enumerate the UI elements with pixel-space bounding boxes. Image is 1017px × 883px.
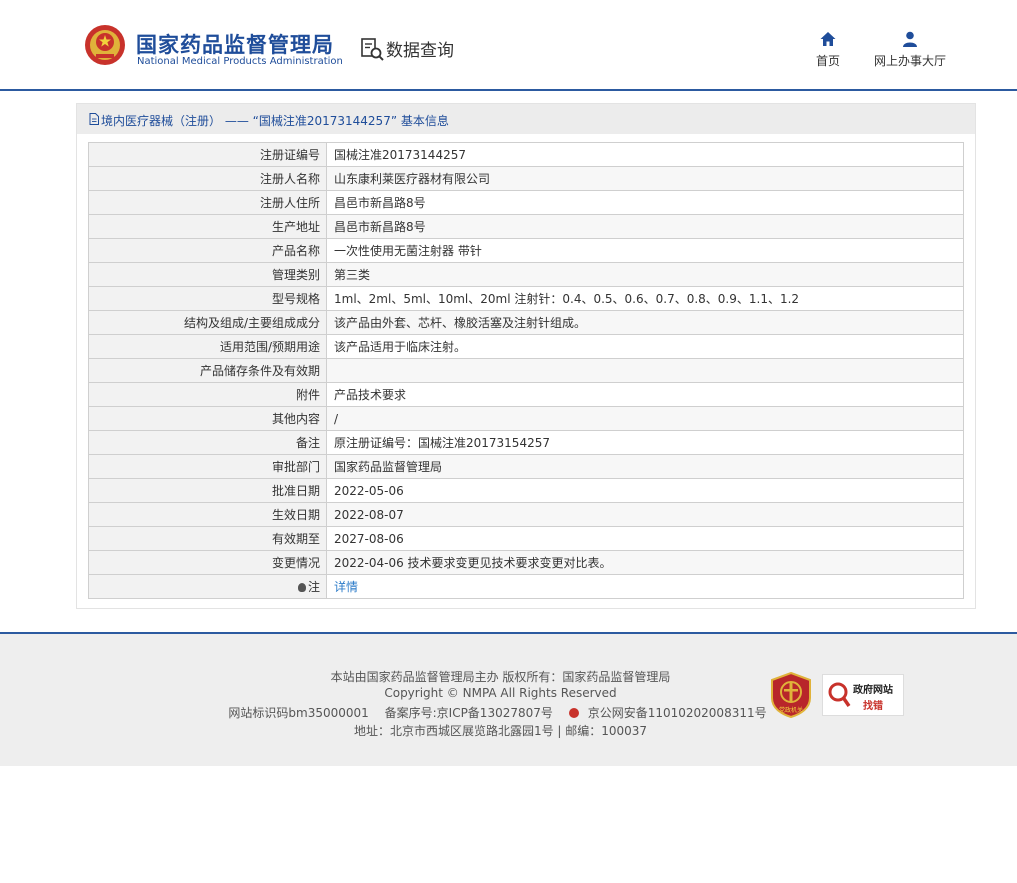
home-icon xyxy=(820,32,836,46)
row-value: 昌邑市新昌路8号 xyxy=(326,214,964,239)
party-government-badge-icon[interactable]: 党政机关 xyxy=(770,672,812,718)
details-link[interactable]: 详情 xyxy=(334,580,358,594)
nav-hall-label: 网上办事大厅 xyxy=(873,54,946,68)
row-label: 审批部门 xyxy=(88,454,327,479)
row-label: 产品储存条件及有效期 xyxy=(88,358,327,383)
table-row: 生效日期 2022-08-07 xyxy=(88,502,964,527)
table-row: 产品名称 一次性使用无菌注射器 带针 xyxy=(88,238,964,263)
nav-home-label: 首页 xyxy=(815,54,840,68)
table-row: 变更情况 2022-04-06 技术要求变更见技术要求变更对比表。 xyxy=(88,550,964,575)
table-row: 注册证编号 国械注准20173144257 xyxy=(88,142,964,167)
row-label: 生效日期 xyxy=(88,502,327,527)
table-row: 管理类别 第三类 xyxy=(88,262,964,287)
row-label: 结构及组成/主要组成成分 xyxy=(88,310,327,335)
row-value: 昌邑市新昌路8号 xyxy=(326,190,964,215)
row-label: 适用范围/预期用途 xyxy=(88,334,327,359)
table-row: 审批部门 国家药品监督管理局 xyxy=(88,454,964,479)
lightbulb-icon xyxy=(297,583,306,592)
row-label: 注册人名称 xyxy=(88,166,327,191)
document-icon xyxy=(89,113,99,125)
row-label: 附件 xyxy=(88,382,327,407)
magnifier-logo-icon xyxy=(828,682,851,707)
footer-police-text: 京公网安备11010202008311号 xyxy=(587,706,767,720)
table-row-note: 注 详情 xyxy=(88,574,964,599)
table-row: 适用范围/预期用途 该产品适用于临床注射。 xyxy=(88,334,964,359)
footer-police-record[interactable]: 京公网安备11010202008311号 xyxy=(568,706,773,720)
footer-site-id: 网站标识码bm35000001 xyxy=(228,706,369,720)
row-label: 产品名称 xyxy=(88,238,327,263)
row-label: 其他内容 xyxy=(88,406,327,431)
nav-online-hall[interactable]: 网上办事大厅 xyxy=(868,30,952,69)
site-footer: 本站由国家药品监督管理局主办 版权所有：国家药品监督管理局 Copyright … xyxy=(0,632,1017,766)
gov-site-report-badge[interactable]: 政府网站 找错 xyxy=(822,674,904,716)
note-value-cell: 详情 xyxy=(326,574,964,599)
row-value xyxy=(326,358,964,383)
row-value: / xyxy=(326,406,964,431)
detail-panel: 境内医疗器械（注册） —— “国械注准20173144257” 基本信息 注册证… xyxy=(76,103,976,609)
row-value: 该产品适用于临床注射。 xyxy=(326,334,964,359)
table-row: 生产地址 昌邑市新昌路8号 xyxy=(88,214,964,239)
org-name-cn[interactable]: 国家药品监督管理局 xyxy=(136,29,334,59)
footer-address: 地址：北京市西城区展览路北露园1号 | 邮编：100037 xyxy=(353,724,648,738)
breadcrumb-text: 境内医疗器械（注册） —— “国械注准20173144257” 基本信息 xyxy=(101,114,449,128)
row-value: 2022-08-07 xyxy=(326,502,964,527)
row-value: 第三类 xyxy=(326,262,964,287)
row-value: 一次性使用无菌注射器 带针 xyxy=(326,238,964,263)
data-query-title: 数据查询 xyxy=(386,41,454,61)
row-label: 管理类别 xyxy=(88,262,327,287)
site-header: 国家药品监督管理局 National Medical Products Admi… xyxy=(0,0,1017,92)
row-value: 1ml、2ml、5ml、10ml、20ml 注射针：0.4、0.5、0.6、0.… xyxy=(326,286,964,311)
table-row: 有效期至 2027-08-06 xyxy=(88,526,964,551)
row-label: 注册人住所 xyxy=(88,190,327,215)
party-badge-text: 党政机关 xyxy=(779,706,803,714)
row-label: 变更情况 xyxy=(88,550,327,575)
row-value: 山东康利莱医疗器材有限公司 xyxy=(326,166,964,191)
table-row: 注册人名称 山东康利莱医疗器材有限公司 xyxy=(88,166,964,191)
data-query-icon xyxy=(361,38,384,61)
nav-home[interactable]: 首页 xyxy=(812,30,844,69)
header-divider xyxy=(0,89,1017,91)
row-label: 型号规格 xyxy=(88,286,327,311)
national-emblem-icon[interactable] xyxy=(84,24,126,66)
row-value: 国家药品监督管理局 xyxy=(326,454,964,479)
police-badge-icon xyxy=(568,708,579,718)
table-row: 产品储存条件及有效期 xyxy=(88,358,964,383)
row-label: 有效期至 xyxy=(88,526,327,551)
row-label: 批准日期 xyxy=(88,478,327,503)
table-row: 批准日期 2022-05-06 xyxy=(88,478,964,503)
row-value: 国械注准20173144257 xyxy=(326,142,964,167)
org-name-en[interactable]: National Medical Products Administration xyxy=(137,56,343,67)
table-row: 其他内容 / xyxy=(88,406,964,431)
row-label: 备注 xyxy=(88,430,327,455)
row-value: 2022-04-06 技术要求变更见技术要求变更对比表。 xyxy=(326,550,964,575)
row-value: 原注册证编号：国械注准20173154257 xyxy=(326,430,964,455)
note-label-cell: 注 xyxy=(88,574,327,599)
row-value: 2022-05-06 xyxy=(326,478,964,503)
row-label: 生产地址 xyxy=(88,214,327,239)
table-row: 结构及组成/主要组成成分 该产品由外套、芯杆、橡胶活塞及注射针组成。 xyxy=(88,310,964,335)
table-row: 备注 原注册证编号：国械注准20173154257 xyxy=(88,430,964,455)
row-value: 2027-08-06 xyxy=(326,526,964,551)
user-icon xyxy=(903,31,917,47)
row-value: 该产品由外套、芯杆、橡胶活塞及注射针组成。 xyxy=(326,310,964,335)
row-label: 注册证编号 xyxy=(88,142,327,167)
note-label: 注 xyxy=(307,580,320,594)
table-row: 型号规格 1ml、2ml、5ml、10ml、20ml 注射针：0.4、0.5、0.… xyxy=(88,286,964,311)
device-info-table: 注册证编号 国械注准20173144257 注册人名称 山东康利莱医疗器材有限公司 … xyxy=(88,142,964,599)
gov-badge-line1: 政府网站 xyxy=(853,685,893,696)
gov-badge-line2: 找错 xyxy=(863,701,883,712)
footer-icp[interactable]: 备案序号:京ICP备13027807号 xyxy=(385,706,553,720)
row-value: 产品技术要求 xyxy=(326,382,964,407)
table-row: 注册人住所 昌邑市新昌路8号 xyxy=(88,190,964,215)
table-row: 附件 产品技术要求 xyxy=(88,382,964,407)
breadcrumb: 境内医疗器械（注册） —— “国械注准20173144257” 基本信息 xyxy=(77,104,975,134)
